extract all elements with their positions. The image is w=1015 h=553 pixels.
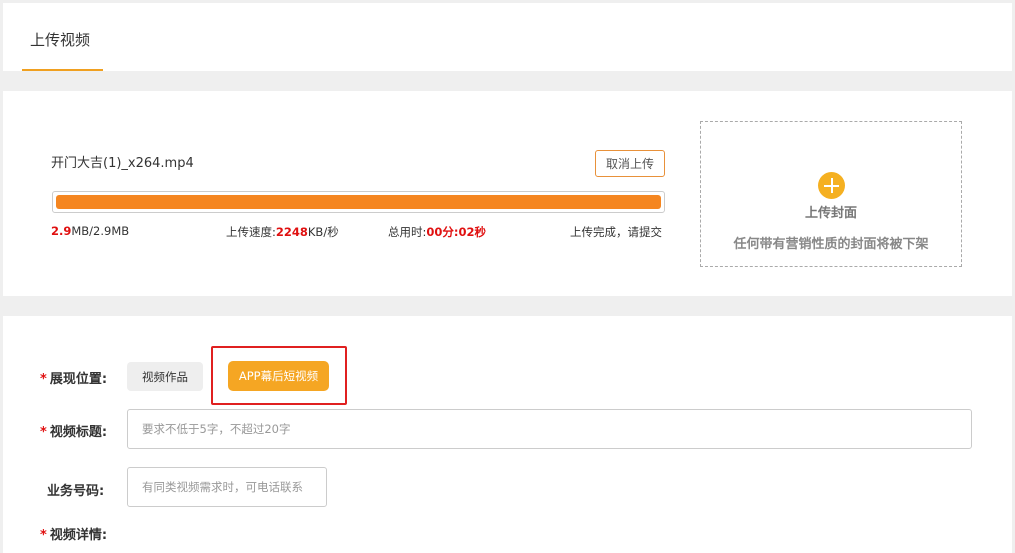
position-label-text: 展现位置: [49,372,108,387]
file-name: 开门大吉(1)_x264.mp4 [51,156,194,171]
position-label: * 展现位置: [40,368,107,387]
detail-label-text: 视频详情: [49,528,108,543]
upload-panel: 开门大吉(1)_x264.mp4 取消上传 2.9MB/2.9MB 上传速度:2… [3,91,1012,296]
upload-speed: 上传速度:2248KB/秒 [226,224,339,240]
option-video-work[interactable]: 视频作品 [127,362,203,391]
tab-bar: 上传视频 [3,3,1012,71]
elapsed-time: 总用时:00分:02秒 [388,224,486,240]
upload-cover-box[interactable]: 上传封面 任何带有营销性质的封面将被下架 [700,121,962,267]
upload-cover-title: 上传封面 [804,206,857,221]
elapsed-time-value: 00分:02秒 [426,225,486,239]
progress-fill [56,195,661,209]
progress-bar [52,191,665,213]
required-mark: * [40,425,47,440]
upload-speed-value: 2248 [275,225,308,239]
tab-upload-video-label: 上传视频 [30,31,91,49]
tab-upload-video[interactable]: 上传视频 [22,3,103,71]
business-number-label: 业务号码: [47,484,105,499]
upload-status: 上传完成，请提交 [570,225,662,239]
title-label-text: 视频标题: [49,425,108,440]
cancel-upload-button[interactable]: 取消上传 [595,150,665,177]
title-label: * 视频标题: [40,421,107,440]
detail-label: * 视频详情: [40,524,107,543]
required-mark: * [40,528,47,543]
form-panel: *展现位置: 视频作品 APP幕后短视频 *视频标题: 业务号码: *视频详情: [3,316,1012,553]
upload-cover-note: 任何带有营销性质的封面将被下架 [733,237,929,252]
total-size: MB/2.9MB [71,224,130,238]
upload-speed-label: 上传速度: [226,225,276,239]
business-number-input[interactable] [127,467,327,507]
plus-icon [818,172,845,199]
video-title-input[interactable] [127,409,972,449]
uploaded-size: 2.9MB/2.9MB [51,224,129,238]
upload-speed-unit: KB/秒 [307,225,339,239]
required-mark: * [40,372,47,387]
option-app-short-video[interactable]: APP幕后短视频 [228,361,329,391]
uploaded-size-value: 2.9 [51,224,72,238]
elapsed-time-label: 总用时: [388,225,427,239]
